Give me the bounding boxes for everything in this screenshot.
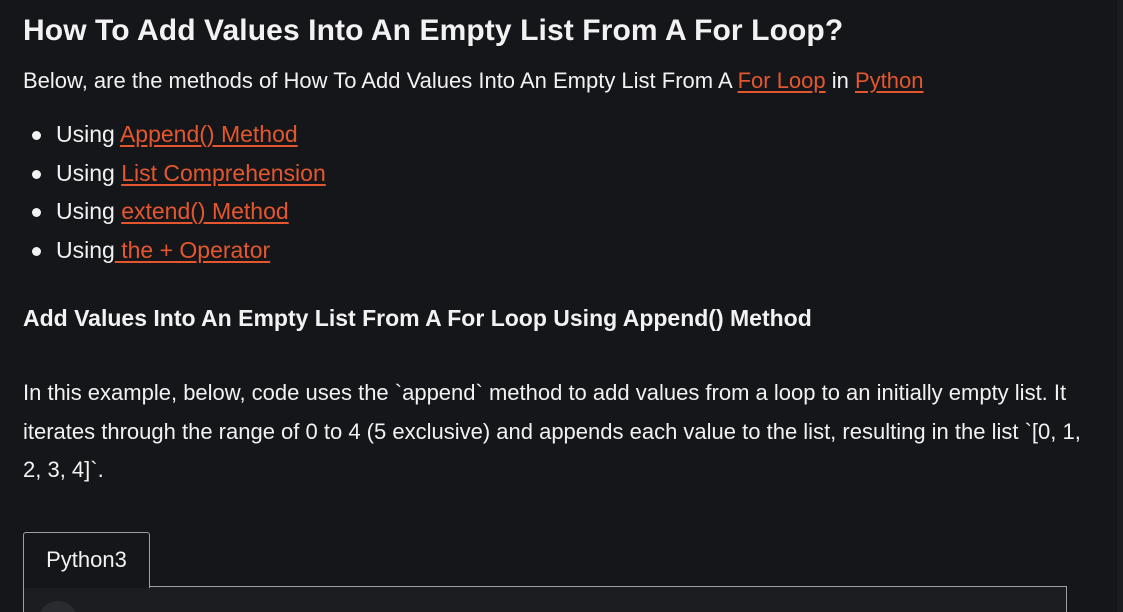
bullet-icon <box>32 246 41 256</box>
method-prefix: Using <box>56 198 122 224</box>
method-prefix: Using <box>56 121 120 147</box>
list-comprehension-link[interactable]: List Comprehension <box>121 160 326 186</box>
run-icon[interactable] <box>38 601 78 612</box>
bullet-icon <box>32 169 41 179</box>
article-title: How To Add Values Into An Empty List Fro… <box>23 14 844 47</box>
for-loop-link[interactable]: For Loop <box>738 68 826 93</box>
intro-prefix: Below, are the methods of How To Add Val… <box>23 68 738 93</box>
list-item: Using the + Operator <box>23 234 326 273</box>
method-prefix: Using <box>56 236 115 263</box>
intro-middle: in <box>825 68 855 93</box>
list-item: Using extend() Method <box>23 195 326 234</box>
code-tab-python3[interactable]: Python3 <box>23 532 150 588</box>
section-heading: Add Values Into An Empty List From A For… <box>23 305 812 331</box>
bullet-icon <box>32 208 41 217</box>
list-item: Using List Comprehension <box>23 157 326 196</box>
scrollbar[interactable] <box>1117 0 1123 612</box>
section-paragraph: In this example, below, code uses the `a… <box>23 380 1081 482</box>
code-panel <box>23 586 1067 612</box>
intro-text: Below, are the methods of How To Add Val… <box>23 68 924 94</box>
bullet-icon <box>32 131 41 140</box>
python-link[interactable]: Python <box>855 68 924 93</box>
list-item: Using Append() Method <box>23 118 326 157</box>
append-method-link[interactable]: Append() Method <box>120 121 298 147</box>
plus-operator-link[interactable]: the + Operator <box>115 237 270 263</box>
methods-list: Using Append() Method Using List Compreh… <box>23 118 326 272</box>
method-prefix: Using <box>56 159 122 186</box>
extend-method-link[interactable]: extend() Method <box>121 198 288 224</box>
